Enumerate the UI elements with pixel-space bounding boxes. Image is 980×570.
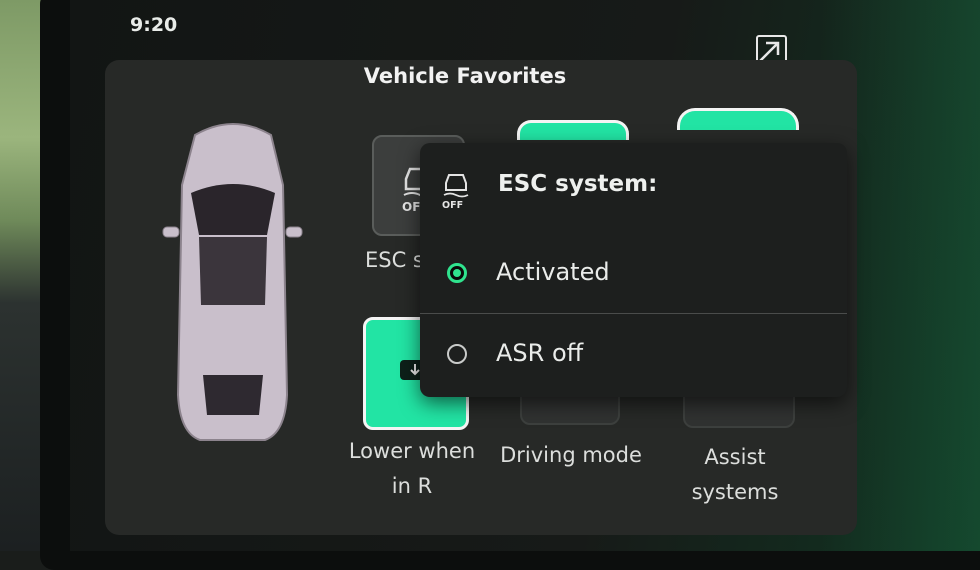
panel-title: Vehicle Favorites [363, 64, 567, 88]
option-label: ASR off [496, 339, 584, 367]
favorite-tile-top-2[interactable] [677, 108, 799, 130]
favorite-tile-top-1[interactable] [517, 120, 629, 140]
car-top-view-icon [162, 123, 303, 441]
option-asr-off[interactable]: ASR off [420, 313, 847, 398]
lower-when-in-r-label: Lower when in R [348, 439, 476, 498]
radio-selected[interactable] [447, 263, 467, 283]
assist-systems-label: Assist systems [691, 445, 779, 504]
option-label: Activated [496, 258, 610, 286]
clock: 9:20 [130, 14, 178, 36]
esc-system-popup: OFF ESC system: Activated ASR off [420, 143, 847, 397]
esc-off-icon: OFF [442, 174, 469, 211]
radio-unselected[interactable] [447, 344, 467, 364]
popup-title: ESC system: [498, 171, 658, 197]
driving-mode-label: Driving mode [500, 443, 642, 467]
svg-text:OFF: OFF [442, 200, 463, 211]
option-activated[interactable]: Activated [420, 233, 847, 317]
